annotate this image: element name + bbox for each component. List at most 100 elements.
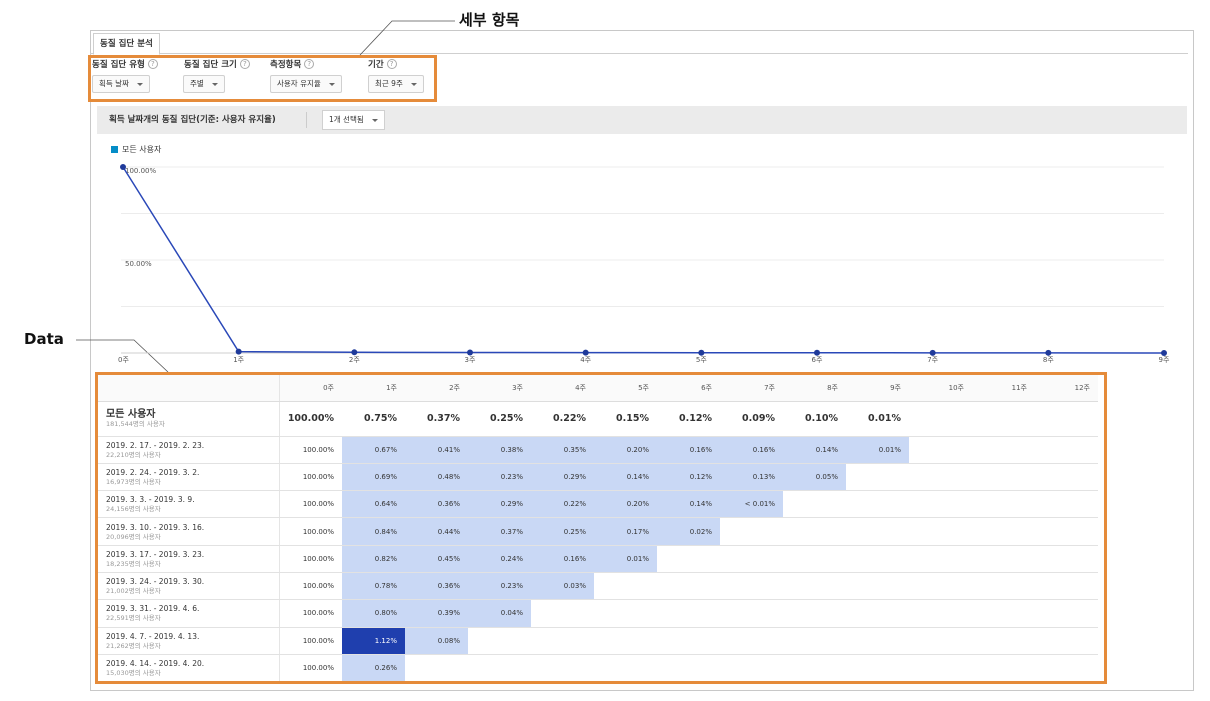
x-tick-label: 0주 xyxy=(118,356,129,364)
cohort-user-count: 21,262명의 사용자 xyxy=(106,641,161,650)
data-point xyxy=(120,164,126,170)
cohort-label: 2019. 3. 10. - 2019. 3. 16. xyxy=(106,522,205,532)
empty-cell xyxy=(657,627,720,655)
cohort-user-count: 21,002명의 사용자 xyxy=(106,587,161,596)
x-tick-label: 2주 xyxy=(349,356,360,364)
row-header: 2019. 3. 3. - 2019. 3. 9. 24,156명의 사용자 xyxy=(98,490,280,519)
cohort-label: 2019. 4. 7. - 2019. 4. 13. xyxy=(106,631,200,641)
annotation-connector-details xyxy=(359,20,455,56)
retention-cell: 0.37% xyxy=(405,401,468,437)
y-tick-label: 50.00% xyxy=(125,260,152,268)
retention-cell: 0.08% xyxy=(405,627,468,655)
data-point xyxy=(814,349,820,356)
empty-cell xyxy=(783,572,846,601)
x-tick-label: 5주 xyxy=(696,356,707,364)
empty-cell xyxy=(657,572,720,601)
column-header: 1주 xyxy=(342,375,405,402)
retention-cell: 100.00% xyxy=(279,436,342,464)
column-header: 9주 xyxy=(846,375,909,402)
retention-cell: 0.23% xyxy=(468,463,531,492)
empty-cell xyxy=(846,463,909,492)
x-tick-label: 3주 xyxy=(465,356,476,364)
cohort-user-count: 22,210명의 사용자 xyxy=(106,450,161,459)
cohort-label: 모든 사용자 xyxy=(106,408,156,420)
empty-cell xyxy=(657,545,720,573)
x-tick-label: 4주 xyxy=(580,356,591,364)
empty-cell xyxy=(594,572,657,601)
empty-cell xyxy=(594,599,657,628)
retention-cell: 0.22% xyxy=(531,401,594,437)
cohort-label: 2019. 2. 24. - 2019. 3. 2. xyxy=(106,467,200,477)
retention-cell: 100.00% xyxy=(279,545,342,573)
x-tick-label: 1주 xyxy=(233,356,244,364)
retention-cell: 0.24% xyxy=(468,545,531,573)
table-row: 2019. 3. 31. - 2019. 4. 6. 22,591명의 사용자 10… xyxy=(98,599,1098,628)
table-row: 2019. 2. 17. - 2019. 2. 23. 22,210명의 사용자 1… xyxy=(98,436,1098,464)
retention-cell: 0.25% xyxy=(531,517,594,546)
row-header: 2019. 3. 10. - 2019. 3. 16. 20,096명의 사용자 xyxy=(98,517,280,546)
data-point xyxy=(351,349,358,356)
empty-cell xyxy=(909,463,972,492)
empty-cell xyxy=(846,517,909,546)
retention-cell: 0.20% xyxy=(594,436,657,464)
retention-cell: 0.67% xyxy=(342,436,405,464)
row-header: 2019. 3. 17. - 2019. 3. 23. 18,235명의 사용자 xyxy=(98,545,280,573)
empty-cell xyxy=(657,599,720,628)
cohort-label: 2019. 4. 14. - 2019. 4. 20. xyxy=(106,659,205,669)
cohort-user-count: 15,030명의 사용자 xyxy=(106,669,161,678)
retention-cell: 0.10% xyxy=(783,401,846,437)
empty-cell xyxy=(1035,654,1098,683)
retention-cell: 100.00% xyxy=(279,572,342,601)
empty-cell xyxy=(783,517,846,546)
empty-cell xyxy=(909,572,972,601)
empty-cell xyxy=(783,627,846,655)
empty-cell xyxy=(531,599,594,628)
retention-cell: 0.15% xyxy=(594,401,657,437)
total-row: 모든 사용자 181,544명의 사용자 100.00% 0.75% 0.37% 0.25… xyxy=(98,401,1098,437)
empty-cell xyxy=(531,654,594,683)
retention-cell: 0.38% xyxy=(468,436,531,464)
x-tick-label: 7주 xyxy=(927,356,938,364)
empty-cell xyxy=(846,545,909,573)
empty-cell xyxy=(846,654,909,683)
cohort-label: 2019. 3. 17. - 2019. 3. 23. xyxy=(106,549,205,559)
retention-cell: 0.05% xyxy=(783,463,846,492)
column-header: 8주 xyxy=(783,375,846,402)
retention-cell: 0.48% xyxy=(405,463,468,492)
retention-cell: 0.12% xyxy=(657,401,720,437)
table-header-row: 0주 1주 2주 3주 4주 5주 6주 7주 8주 9주 10주 11주 12주 xyxy=(98,375,1098,402)
empty-cell xyxy=(1035,463,1098,492)
cohort-label: 2019. 3. 3. - 2019. 3. 9. xyxy=(106,495,195,505)
retention-cell: 0.16% xyxy=(720,436,783,464)
empty-cell xyxy=(972,436,1035,464)
retention-cell: 100.00% xyxy=(279,627,342,655)
row-header: 2019. 2. 24. - 2019. 3. 2. 16,973명의 사용자 xyxy=(98,463,280,492)
row-header: 2019. 4. 7. - 2019. 4. 13. 21,262명의 사용자 xyxy=(98,627,280,655)
y-tick-label: 100.00% xyxy=(125,167,156,175)
cohort-table: 0주 1주 2주 3주 4주 5주 6주 7주 8주 9주 10주 11주 12주 모든 사용자 181,… xyxy=(98,375,1098,683)
empty-cell xyxy=(468,654,531,683)
column-header: 5주 xyxy=(594,375,657,402)
retention-cell: 0.14% xyxy=(657,490,720,519)
empty-cell xyxy=(972,654,1035,683)
retention-cell: 0.01% xyxy=(846,436,909,464)
empty-cell xyxy=(1035,436,1098,464)
cohort-label: 2019. 2. 17. - 2019. 2. 23. xyxy=(106,440,205,450)
table-row: 2019. 3. 17. - 2019. 3. 23. 18,235명의 사용자 1… xyxy=(98,545,1098,573)
retention-cell: 0.09% xyxy=(720,401,783,437)
retention-line-chart: 100.00% 50.00% 0주 1주 2주 3주 4주 5주 6주 7주 8주 9주 xyxy=(76,20,1170,372)
empty-cell xyxy=(846,599,909,628)
retention-cell: 0.22% xyxy=(531,490,594,519)
retention-cell: 0.16% xyxy=(657,436,720,464)
table-row: 2019. 2. 24. - 2019. 3. 2. 16,973명의 사용자 10… xyxy=(98,463,1098,492)
empty-cell xyxy=(720,545,783,573)
retention-cell: 1.12% xyxy=(342,627,405,655)
empty-cell xyxy=(720,654,783,683)
retention-cell: 0.23% xyxy=(468,572,531,601)
empty-cell xyxy=(972,627,1035,655)
retention-cell: 0.17% xyxy=(594,517,657,546)
cohort-user-count: 181,544명의 사용자 xyxy=(106,419,165,428)
empty-cell xyxy=(846,490,909,519)
empty-cell xyxy=(972,572,1035,601)
data-point xyxy=(1045,349,1052,356)
